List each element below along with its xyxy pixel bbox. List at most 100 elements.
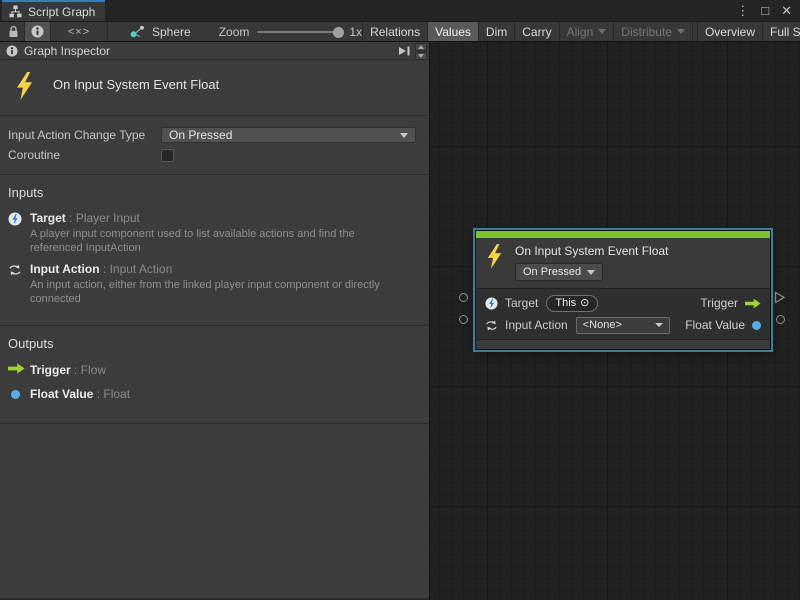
event-bolt-icon: [13, 72, 36, 100]
dropdown-value: On Pressed: [169, 128, 232, 142]
event-bolt-icon: [485, 244, 504, 269]
pin-type: Float: [103, 387, 130, 401]
pin-type: Flow: [81, 363, 106, 377]
button-label: Full Screen: [770, 25, 800, 39]
change-type-dropdown[interactable]: On Pressed: [161, 127, 416, 143]
graph-canvas[interactable]: On Input System Event Float On Pressed: [430, 42, 800, 600]
node-mode-dropdown[interactable]: On Pressed: [515, 263, 603, 281]
target-this-button[interactable]: This ⊙: [546, 295, 598, 312]
maximize-icon[interactable]: □: [761, 4, 769, 17]
distribute-dropdown[interactable]: Distribute: [613, 22, 692, 41]
list-item: Float Value : Float: [8, 387, 419, 401]
row-label: Input Action: [505, 318, 568, 332]
info-icon: [6, 45, 18, 57]
port-label-float-value: Float Value: [685, 318, 745, 332]
coroutine-checkbox[interactable]: [161, 149, 174, 162]
input-action-icon: [485, 319, 498, 332]
list-item: Trigger : Flow: [8, 362, 419, 377]
port-triangle-icon: [774, 291, 786, 304]
info-icon: [31, 25, 44, 38]
player-input-icon: [485, 297, 498, 310]
input-action-icon: [8, 262, 30, 306]
zoom-slider-handle[interactable]: [333, 27, 344, 38]
button-label: Relations: [370, 25, 420, 39]
toolbar-buttons: Relations Values Dim Carry Align Distrib…: [362, 22, 800, 41]
titlebar: Script Graph ⋮ □ ✕: [0, 0, 800, 21]
float-dot-icon: [752, 321, 761, 330]
scroll-down-button[interactable]: [415, 52, 427, 60]
output-port-float-value[interactable]: [776, 315, 785, 324]
target-this-value: This: [555, 297, 576, 310]
inputs-heading: Inputs: [8, 185, 419, 200]
field-label: Input Action Change Type: [8, 128, 161, 142]
collapse-panel-button[interactable]: [397, 44, 412, 58]
input-action-dropdown[interactable]: <None>: [576, 317, 670, 334]
node-title: On Input System Event Float: [515, 244, 668, 258]
flow-arrow-icon: [745, 298, 761, 309]
chevron-down-icon: [655, 323, 663, 327]
unit-settings: Input Action Change Type On Pressed Coro…: [0, 116, 429, 175]
lock-button[interactable]: [2, 22, 24, 41]
graph-toolbar: <×> Sphere Zoom 1x Relations Values Dim …: [0, 21, 800, 42]
pin-name: Float Value: [30, 387, 93, 401]
field-label: Coroutine: [8, 148, 161, 162]
carry-button[interactable]: Carry: [514, 22, 558, 41]
relations-button[interactable]: Relations: [362, 22, 427, 41]
pin-description: An input action, either from the linked …: [30, 278, 396, 306]
graph-node-icon: [130, 25, 145, 39]
inspector-toggle-button[interactable]: [25, 22, 50, 41]
float-dot-icon: [8, 389, 30, 399]
node-header[interactable]: On Input System Event Float On Pressed: [476, 238, 770, 288]
pin-text: Input Action : Input Action An input act…: [30, 262, 396, 306]
tab-label: Script Graph: [28, 5, 95, 19]
code-icon: <×>: [68, 26, 90, 38]
button-label: Dim: [486, 25, 507, 39]
pin-name: Input Action: [30, 262, 100, 276]
script-graph-window: Script Graph ⋮ □ ✕ <×>: [0, 0, 800, 600]
node-on-input-system-event-float[interactable]: On Input System Event Float On Pressed: [475, 230, 771, 350]
flow-arrow-icon: [8, 362, 30, 377]
window-menu-icon[interactable]: ⋮: [736, 4, 749, 17]
values-button[interactable]: Values: [427, 22, 478, 41]
pin-separator: :: [66, 211, 76, 225]
output-port-trigger[interactable]: [774, 291, 786, 309]
align-dropdown[interactable]: Align: [559, 22, 614, 41]
button-label: Align: [567, 25, 594, 39]
button-label: Overview: [705, 25, 755, 39]
pin-name: Trigger: [30, 363, 71, 377]
tab-script-graph[interactable]: Script Graph: [2, 0, 105, 21]
input-port-target[interactable]: [459, 293, 468, 302]
pin-separator: :: [71, 363, 81, 377]
full-screen-button[interactable]: Full Screen: [762, 22, 800, 41]
input-action-value: <None>: [583, 319, 622, 332]
pin-name: Target: [30, 211, 66, 225]
port-circle-icon: [459, 315, 468, 324]
inspector-scrollbar: [415, 43, 427, 61]
unit-title-block: On Input System Event Float: [0, 60, 429, 116]
overview-button[interactable]: Overview: [697, 22, 762, 41]
node-footer: [476, 340, 770, 349]
field-input-action-change-type: Input Action Change Type On Pressed: [8, 125, 416, 145]
window-controls: ⋮ □ ✕: [736, 0, 792, 21]
inspector-empty-area: [0, 424, 429, 600]
close-icon[interactable]: ✕: [781, 4, 792, 17]
lock-icon: [8, 25, 19, 38]
chevron-down-icon: [677, 29, 685, 34]
graph-inspector-panel: Graph Inspector On Input System Event Fl…: [0, 42, 430, 600]
pin-type: Player Input: [76, 211, 140, 225]
zoom-slider[interactable]: [257, 31, 341, 33]
field-coroutine: Coroutine: [8, 145, 416, 165]
pin-separator: :: [100, 262, 110, 276]
preview-code-button[interactable]: <×>: [51, 22, 107, 41]
outputs-heading: Outputs: [8, 336, 419, 351]
zoom-value: 1x: [349, 25, 362, 39]
inputs-section: Inputs Target : Player Input A player in…: [0, 175, 429, 326]
dim-button[interactable]: Dim: [478, 22, 514, 41]
unit-title: On Input System Event Float: [53, 77, 219, 92]
chevron-down-icon: [598, 29, 606, 34]
zoom-control: Zoom 1x: [219, 22, 362, 41]
toolbar-separator: [107, 22, 108, 41]
input-port-input-action[interactable]: [459, 315, 468, 324]
scroll-up-button[interactable]: [415, 43, 427, 51]
graph-owner-breadcrumb[interactable]: Sphere: [130, 22, 191, 41]
